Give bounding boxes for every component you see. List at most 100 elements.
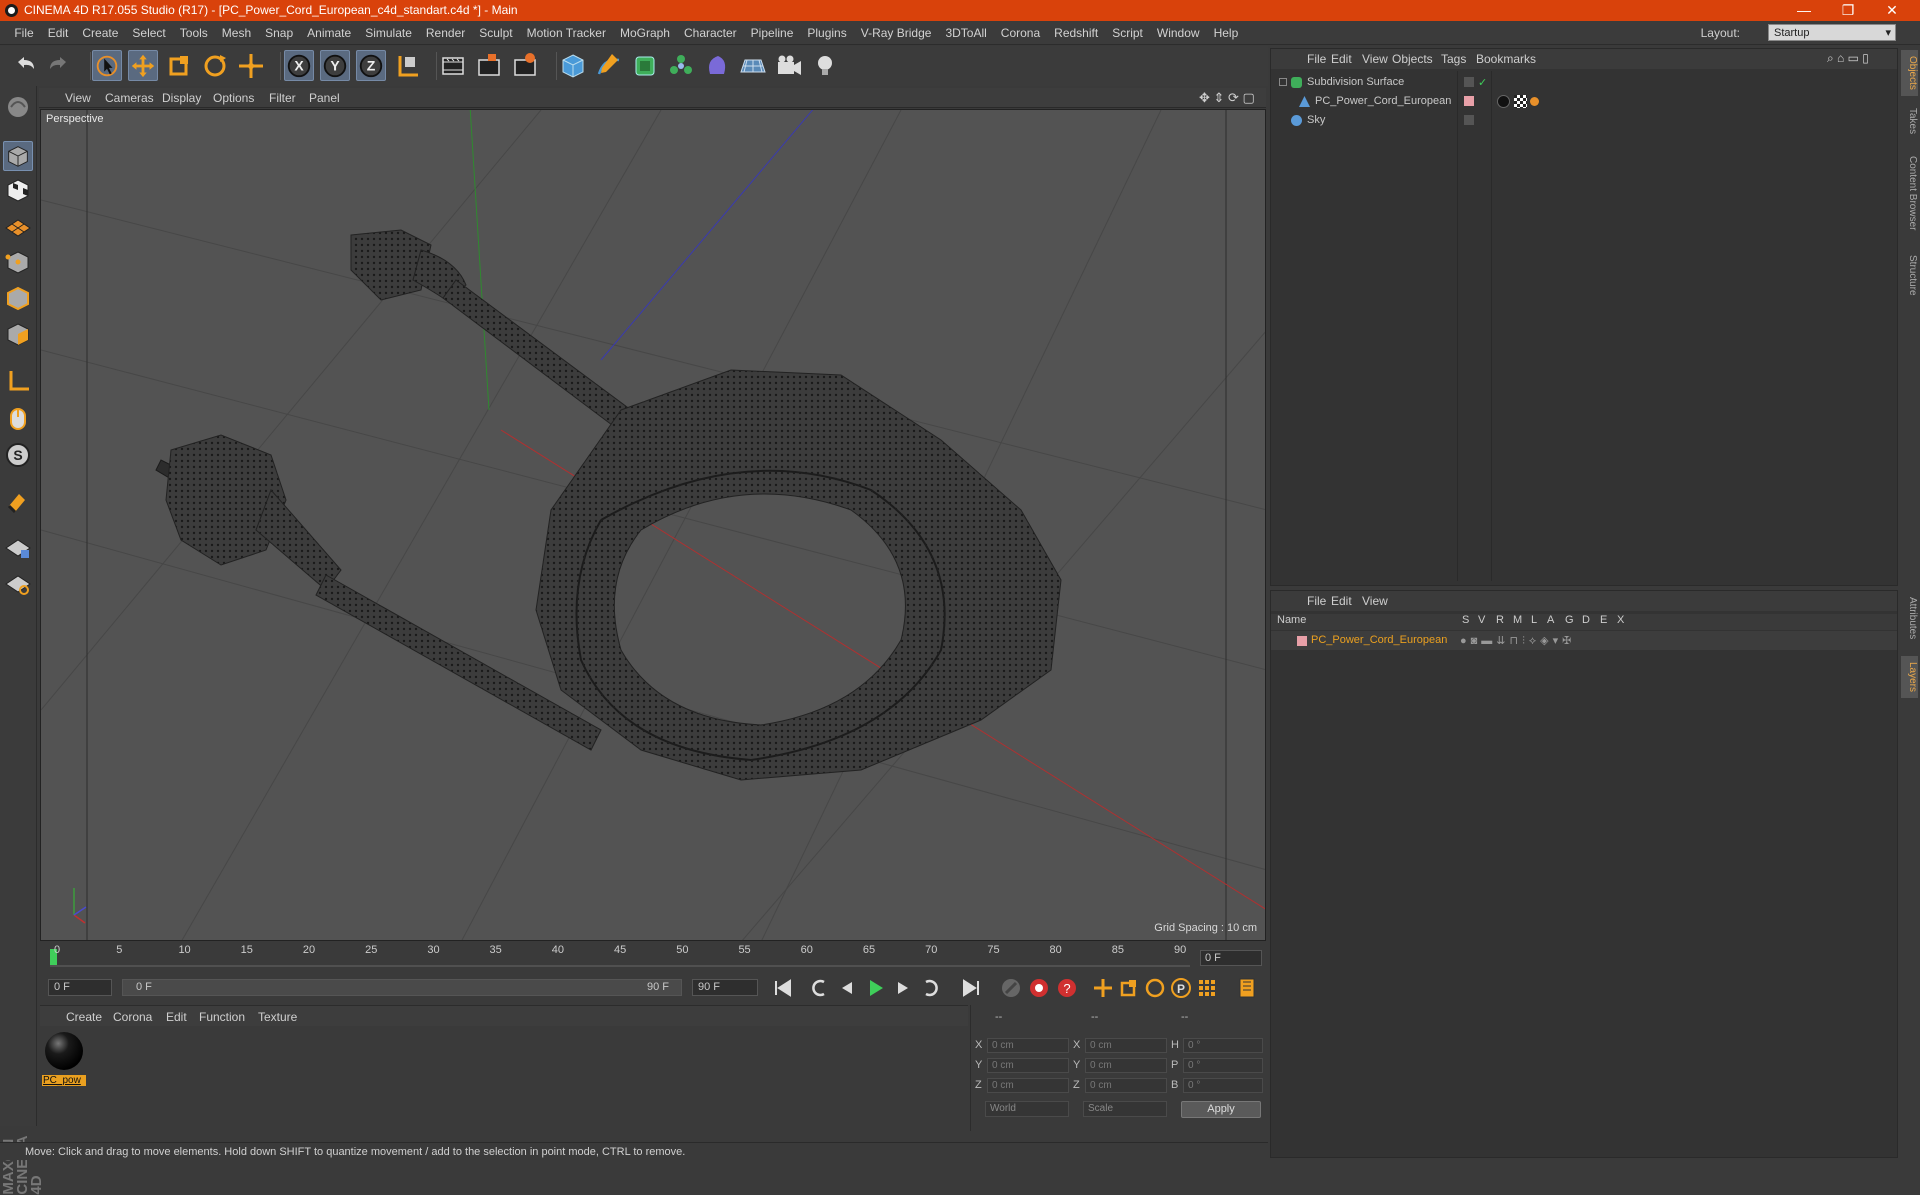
previous-frame-icon[interactable] [834, 975, 860, 1001]
coord-rot-b-field[interactable]: 0 ° [1183, 1078, 1263, 1093]
pen-spline-icon[interactable] [594, 50, 624, 81]
coord-size-y-field[interactable]: 0 cm [1085, 1058, 1167, 1073]
objmgr-search-icon[interactable]: ⌕ ⌂ ▭ ▯ [1827, 51, 1869, 66]
rotate-icon[interactable] [200, 50, 230, 81]
menu-mesh[interactable]: Mesh [215, 21, 258, 45]
menu-edit[interactable]: Edit [41, 21, 76, 45]
next-key-icon[interactable] [918, 975, 944, 1001]
render-picture-viewer-icon[interactable] [474, 50, 504, 81]
make-editable-icon[interactable] [3, 92, 33, 122]
viewport-menu-panel[interactable]: Panel [309, 88, 340, 108]
light-icon[interactable] [810, 50, 840, 81]
objmgr-menu-view[interactable]: View [1362, 52, 1388, 66]
apply-button[interactable]: Apply [1181, 1101, 1261, 1118]
menu-snap[interactable]: Snap [258, 21, 300, 45]
redo-icon[interactable] [44, 50, 74, 81]
tab-layers[interactable]: Layers [1901, 656, 1918, 698]
menu-simulate[interactable]: Simulate [358, 21, 419, 45]
objmgr-menu-objects[interactable]: Objects [1392, 52, 1433, 66]
restore-button[interactable]: ❐ [1826, 0, 1870, 21]
menu-redshift[interactable]: Redshift [1047, 21, 1105, 45]
menu-window[interactable]: Window [1150, 21, 1207, 45]
power-cord-model[interactable] [155, 229, 1062, 781]
menu-plugins[interactable]: Plugins [800, 21, 853, 45]
coord-rot-h-field[interactable]: 0 ° [1183, 1038, 1263, 1053]
collapse-toggle-icon[interactable] [1279, 78, 1287, 86]
material-thumbnail[interactable]: PC_pow [42, 1030, 86, 1088]
y-axis-icon[interactable]: Y [320, 50, 350, 81]
current-frame-field[interactable]: 0 F [1200, 950, 1262, 966]
render-view-icon[interactable] [438, 50, 468, 81]
object-row-power-cord[interactable]: PC_Power_Cord_European [1271, 92, 1897, 111]
scale-track-icon[interactable] [1116, 975, 1142, 1001]
model-mode-icon[interactable] [3, 141, 33, 171]
live-select-icon[interactable] [236, 50, 266, 81]
end-frame-field[interactable]: 90 F [692, 979, 758, 996]
objmgr-menu-edit[interactable]: Edit [1331, 52, 1352, 66]
rotation-track-icon[interactable] [1142, 975, 1168, 1001]
object-row-subdivision-surface[interactable]: Subdivision Surface ✓ [1271, 73, 1897, 92]
menu-animate[interactable]: Animate [300, 21, 358, 45]
parameter-track-icon[interactable]: P [1168, 975, 1194, 1001]
coordinate-system-icon[interactable] [392, 50, 422, 81]
tab-content-browser[interactable]: Content Browser [1901, 146, 1918, 240]
cube-primitive-icon[interactable] [558, 50, 588, 81]
menu-sculpt[interactable]: Sculpt [472, 21, 519, 45]
snap-settings-icon[interactable]: S [3, 440, 33, 470]
coord-pos-y-field[interactable]: 0 cm [987, 1058, 1069, 1073]
menu-3dtoall[interactable]: 3DToAll [938, 21, 993, 45]
menu-create[interactable]: Create [75, 21, 125, 45]
texture-tag-icon[interactable] [1514, 95, 1527, 108]
coord-size-z-field[interactable]: 0 cm [1085, 1078, 1167, 1093]
preview-range-slider[interactable]: 0 F 90 F [122, 979, 682, 996]
planar-workplane-icon[interactable] [3, 568, 33, 598]
next-frame-icon[interactable] [890, 975, 916, 1001]
coord-transform-dropdown[interactable]: Scale [1083, 1101, 1167, 1117]
layer-color-swatch[interactable] [1464, 77, 1474, 87]
tab-takes[interactable]: Takes [1901, 104, 1918, 138]
position-track-icon[interactable] [1090, 975, 1116, 1001]
material-menu-corona[interactable]: Corona [113, 1010, 152, 1024]
material-menu-create[interactable]: Create [66, 1010, 102, 1024]
go-to-end-icon[interactable] [958, 975, 984, 1001]
array-icon[interactable] [666, 50, 696, 81]
menu-mograph[interactable]: MoGraph [613, 21, 677, 45]
minimize-button[interactable]: — [1782, 0, 1826, 21]
coord-pos-z-field[interactable]: 0 cm [987, 1078, 1069, 1093]
layermgr-menu-view[interactable]: View [1362, 594, 1388, 608]
coord-pos-x-field[interactable]: 0 cm [987, 1038, 1069, 1053]
layer-flag-icons[interactable]: ●◙▬⇊⊓⫶⟡◈▾✠ [1460, 632, 1575, 651]
scale-icon[interactable] [164, 50, 194, 81]
material-tag-icon[interactable] [1497, 95, 1510, 108]
z-axis-icon[interactable]: Z [356, 50, 386, 81]
menu-vray-bridge[interactable]: V-Ray Bridge [854, 21, 939, 45]
tab-attributes[interactable]: Attributes [1901, 588, 1918, 648]
menu-select[interactable]: Select [125, 21, 172, 45]
coord-mode-dropdown[interactable]: World [985, 1101, 1069, 1117]
objmgr-menu-tags[interactable]: Tags [1441, 52, 1466, 66]
floor-icon[interactable] [738, 50, 768, 81]
coord-rot-p-field[interactable]: 0 ° [1183, 1058, 1263, 1073]
menu-file[interactable]: File [7, 21, 40, 45]
object-row-sky[interactable]: Sky [1271, 111, 1897, 130]
layer-color-swatch[interactable] [1464, 115, 1474, 125]
objmgr-menu-file[interactable]: File [1307, 52, 1326, 66]
tweak-mode-icon[interactable] [3, 403, 33, 433]
deformer-icon[interactable] [702, 50, 732, 81]
tab-objects[interactable]: Objects [1901, 50, 1918, 96]
layer-color-swatch[interactable] [1297, 636, 1307, 646]
layout-dropdown[interactable]: Startup ▾ [1768, 24, 1896, 41]
record-keys-icon[interactable] [998, 975, 1024, 1001]
viewport-menu-options[interactable]: Options [213, 88, 254, 108]
autokey-icon[interactable] [1026, 975, 1052, 1001]
menu-help[interactable]: Help [1207, 21, 1246, 45]
layer-color-swatch[interactable] [1464, 96, 1474, 106]
enabled-check-icon[interactable]: ✓ [1478, 74, 1487, 93]
timeline-window-icon[interactable] [1234, 975, 1260, 1001]
locked-workplane-icon[interactable] [3, 532, 33, 562]
keyframe-selection-icon[interactable]: ? [1054, 975, 1080, 1001]
viewport-menu-filter[interactable]: Filter [269, 88, 296, 108]
menu-script[interactable]: Script [1105, 21, 1150, 45]
start-frame-field[interactable]: 0 F [48, 979, 112, 996]
layer-row[interactable]: PC_Power_Cord_European ●◙▬⇊⊓⫶⟡◈▾✠ [1271, 631, 1897, 650]
